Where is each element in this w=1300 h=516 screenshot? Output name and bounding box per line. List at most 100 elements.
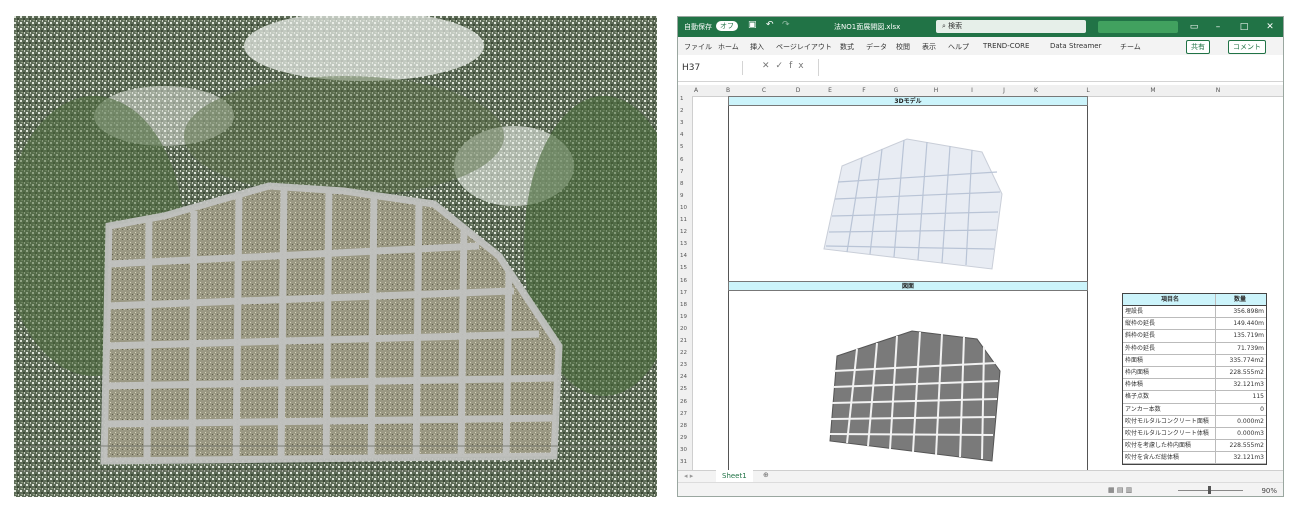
- formula-input[interactable]: [818, 59, 1277, 76]
- row-header[interactable]: 11: [680, 217, 687, 223]
- row-header[interactable]: 14: [680, 253, 687, 259]
- column-header[interactable]: F: [862, 87, 865, 94]
- row-header[interactable]: 13: [680, 241, 687, 247]
- column-header[interactable]: B: [726, 87, 730, 94]
- row-header[interactable]: 19: [680, 314, 687, 320]
- row-header[interactable]: 15: [680, 265, 687, 271]
- sheet-nav-icon[interactable]: ◂ ▸: [684, 472, 693, 480]
- quantity-item-value: 32.121m3: [1215, 452, 1266, 464]
- row-header[interactable]: 2: [680, 108, 684, 114]
- column-header[interactable]: E: [828, 87, 832, 94]
- row-header[interactable]: 3: [680, 120, 684, 126]
- tab-team[interactable]: チーム: [1120, 42, 1141, 52]
- quantity-item-name: 埋設長: [1125, 308, 1144, 315]
- comment-label: コメント: [1233, 43, 1261, 51]
- row-header[interactable]: 6: [680, 157, 684, 163]
- tab-data[interactable]: データ: [866, 42, 887, 52]
- autosave-toggle[interactable]: オフ: [716, 21, 738, 31]
- row-header[interactable]: 12: [680, 229, 687, 235]
- row-header[interactable]: 26: [680, 399, 687, 405]
- drawing-image: [829, 330, 1001, 462]
- quantity-row: 埋設長 356.898m: [1123, 306, 1266, 319]
- column-header[interactable]: K: [1034, 87, 1038, 94]
- quantity-item-value: 228.555m2: [1215, 366, 1266, 379]
- model-section-title: 3Dモデル: [728, 96, 1088, 106]
- redo-icon[interactable]: ↷: [782, 20, 790, 30]
- row-header[interactable]: 16: [680, 278, 687, 284]
- row-header[interactable]: 22: [680, 350, 687, 356]
- fx-icon[interactable]: fx: [789, 61, 810, 71]
- row-header[interactable]: 1: [680, 96, 684, 102]
- save-icon[interactable]: ▣: [748, 20, 757, 30]
- quantity-row: 枠体積 32.121m3: [1123, 379, 1266, 392]
- quantity-item-name: 枠面積: [1125, 356, 1144, 364]
- row-header[interactable]: 21: [680, 338, 687, 344]
- name-box[interactable]: H37: [680, 61, 743, 75]
- close-icon[interactable]: ✕: [1262, 20, 1278, 34]
- cancel-icon[interactable]: ✕: [762, 61, 776, 71]
- row-header[interactable]: 24: [680, 374, 687, 380]
- column-header[interactable]: N: [1216, 87, 1221, 94]
- tab-help[interactable]: ヘルプ: [948, 42, 969, 52]
- tab-insert[interactable]: 挿入: [750, 42, 764, 52]
- share-button[interactable]: 共有: [1186, 40, 1210, 54]
- ribbon-display-icon[interactable]: ▭: [1186, 20, 1202, 34]
- row-header[interactable]: 10: [680, 205, 687, 211]
- row-header[interactable]: 20: [680, 326, 687, 332]
- column-header[interactable]: C: [762, 87, 766, 94]
- row-header[interactable]: 8: [680, 181, 684, 187]
- row-header[interactable]: 7: [680, 169, 684, 175]
- undo-icon[interactable]: ↶: [766, 20, 774, 30]
- minimize-icon[interactable]: –: [1210, 20, 1226, 34]
- enter-icon[interactable]: ✓: [776, 61, 790, 71]
- column-header[interactable]: J: [1003, 87, 1005, 94]
- status-bar: ▦ ▤ ▥ 90%: [678, 482, 1283, 496]
- tab-home[interactable]: ホーム: [718, 42, 739, 52]
- row-header[interactable]: 23: [680, 362, 687, 368]
- quantity-item-value: 115: [1215, 391, 1266, 403]
- tab-trend-core[interactable]: TREND-CORE: [983, 42, 1029, 50]
- column-header[interactable]: G: [894, 87, 899, 94]
- row-header[interactable]: 30: [680, 447, 687, 453]
- worksheet-grid[interactable]: 3Dモデル 図面 項目名 数量 埋設長 356.898m 縦枠の延長 149.4…: [692, 96, 1278, 470]
- add-sheet-icon[interactable]: ⊕: [763, 471, 769, 479]
- quantity-item-name: 外枠の延長: [1125, 344, 1156, 352]
- column-header[interactable]: I: [971, 87, 973, 94]
- column-header[interactable]: L: [1086, 87, 1089, 94]
- comment-button[interactable]: コメント: [1228, 40, 1266, 54]
- tab-view[interactable]: 表示: [922, 42, 936, 52]
- row-header[interactable]: 4: [680, 132, 684, 138]
- zoom-thumb[interactable]: [1208, 486, 1211, 494]
- row-header[interactable]: 25: [680, 386, 687, 392]
- account-avatar[interactable]: [1098, 21, 1178, 33]
- maximize-icon[interactable]: □: [1236, 20, 1252, 34]
- column-header[interactable]: M: [1150, 87, 1155, 94]
- row-header[interactable]: 31: [680, 459, 687, 465]
- row-header[interactable]: 9: [680, 193, 684, 199]
- quantity-row: 格子点数 115: [1123, 391, 1266, 404]
- quantity-table-header: 項目名 数量: [1123, 294, 1266, 306]
- tab-review[interactable]: 校閲: [896, 42, 910, 52]
- tab-data-streamer[interactable]: Data Streamer: [1050, 42, 1101, 50]
- row-header[interactable]: 17: [680, 290, 687, 296]
- quantity-item-value: 71.739m: [1215, 342, 1266, 354]
- tab-page-layout[interactable]: ページレイアウト: [776, 42, 832, 52]
- row-header[interactable]: 18: [680, 302, 687, 308]
- row-header[interactable]: 5: [680, 144, 684, 150]
- quantity-item-name: 吹付モルタルコンクリート体積: [1125, 429, 1209, 437]
- quantity-row: 吹付を含んだ総体積 32.121m3: [1123, 452, 1266, 465]
- column-header[interactable]: D: [796, 87, 801, 94]
- row-header[interactable]: 28: [680, 423, 687, 429]
- search-input[interactable]: ⌕ 検索: [936, 20, 1086, 33]
- column-header[interactable]: H: [934, 87, 939, 94]
- row-header[interactable]: 29: [680, 435, 687, 441]
- formula-icons: ✕✓fx: [762, 61, 810, 71]
- tab-formulas[interactable]: 数式: [840, 42, 854, 52]
- tab-file[interactable]: ファイル: [684, 42, 712, 52]
- row-header[interactable]: 27: [680, 411, 687, 417]
- zoom-level[interactable]: 90%: [1261, 487, 1277, 495]
- excel-window: 自動保存 オフ ▣ ↶ ↷ 法NO1面展開図.xlsx ⌕ 検索 ▭ – □ ✕…: [677, 16, 1284, 497]
- view-mode-icons[interactable]: ▦ ▤ ▥: [1108, 486, 1132, 494]
- quantity-item-value: 0.000m2: [1215, 415, 1266, 427]
- column-header[interactable]: A: [694, 87, 698, 94]
